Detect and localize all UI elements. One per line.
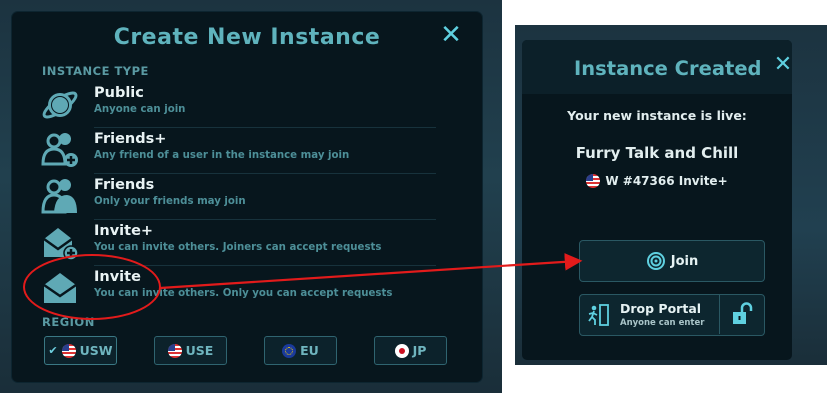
annotation-arrow [159, 253, 583, 290]
